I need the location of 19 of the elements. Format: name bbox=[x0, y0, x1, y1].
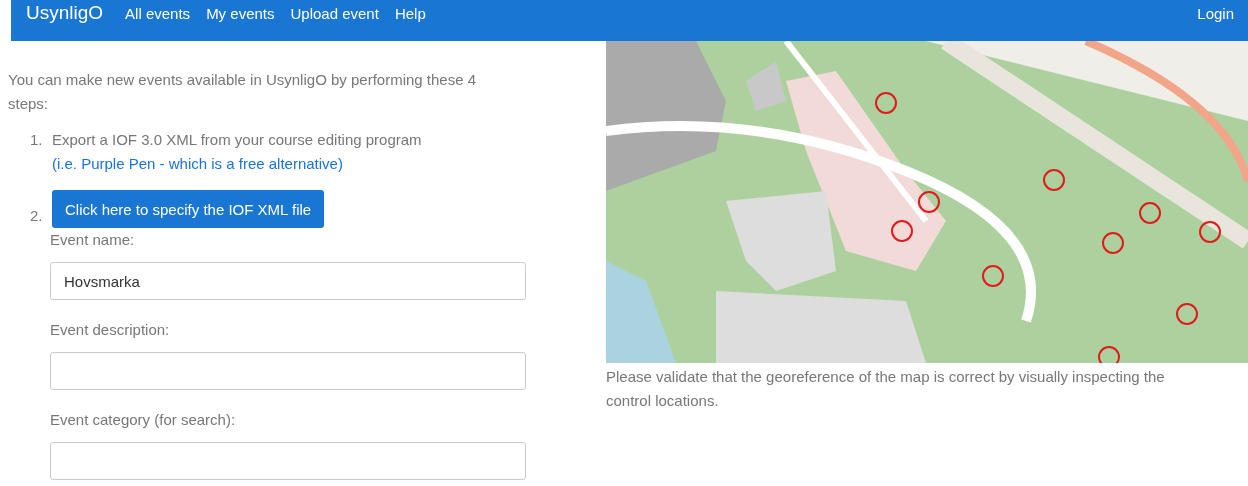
step-number: 2. bbox=[30, 206, 44, 226]
step-text: Export a IOF 3.0 XML from your course editing program bbox=[52, 130, 422, 150]
input-field[interactable] bbox=[50, 352, 526, 390]
input-field[interactable] bbox=[50, 442, 526, 480]
nav-link[interactable]: Help bbox=[394, 3, 426, 25]
alternative-link[interactable]: (i.e. Purple Pen - which is a free alternative) bbox=[52, 152, 343, 176]
map-caption: Please validate that the georeference of the map is correct by visually inspecting the control locations. bbox=[606, 367, 1166, 411]
field-label: Event category (for search): bbox=[50, 410, 237, 430]
field-label: Event description: bbox=[50, 320, 171, 340]
login-link[interactable]: Login bbox=[1197, 3, 1234, 25]
nav-link[interactable]: Upload event bbox=[290, 3, 379, 25]
brand-link[interactable]: UsynligO bbox=[26, 2, 104, 24]
intro-text: You can make new events available in UsynligO by performing these 4 steps: bbox=[8, 70, 478, 114]
input-field[interactable]: Hovsmarka bbox=[50, 262, 526, 300]
nav-link[interactable]: My events bbox=[206, 3, 275, 25]
specify-file-button[interactable]: Click here to specify the IOF XML file bbox=[52, 190, 325, 228]
field-label: Event name: bbox=[50, 230, 136, 250]
nav-link[interactable]: All events bbox=[125, 3, 191, 25]
step-number: 1. bbox=[30, 130, 44, 150]
